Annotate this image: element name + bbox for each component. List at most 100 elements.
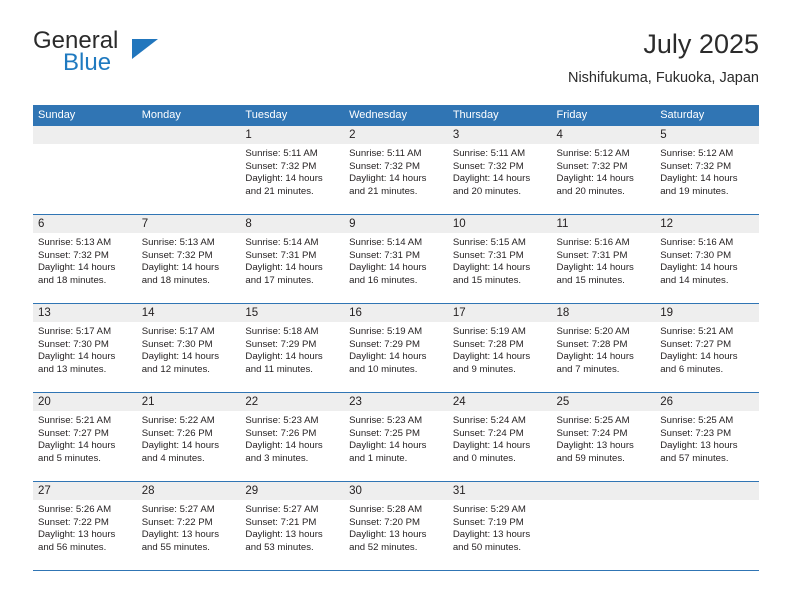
day-number: 10 (447, 215, 552, 233)
calendar-day-cell[interactable]: 27 Sunrise: 5:26 AM Sunset: 7:22 PM Dayligh… (33, 482, 137, 570)
day-number: 20 (33, 393, 137, 411)
daylight-text-line1: Daylight: 14 hours (660, 262, 738, 273)
brand-logo[interactable]: General Blue (33, 28, 333, 88)
weekday-header-monday: Monday (137, 105, 241, 126)
day-sun-info: Sunrise: 5:20 AM Sunset: 7:28 PM Daylight:… (552, 322, 656, 376)
day-sun-info: Sunrise: 5:16 AM Sunset: 7:30 PM Daylight:… (655, 233, 759, 287)
calendar-day-cell[interactable]: 30 Sunrise: 5:28 AM Sunset: 7:20 PM Dayligh… (344, 482, 448, 570)
calendar-day-cell[interactable]: 29 Sunrise: 5:27 AM Sunset: 7:21 PM Dayligh… (240, 482, 345, 570)
calendar-day-cell[interactable]: 12 Sunrise: 5:16 AM Sunset: 7:30 PM Dayligh… (655, 215, 759, 303)
daylight-text-line1: Daylight: 13 hours (452, 529, 531, 540)
sunrise-text: Sunrise: 5:16 AM (660, 237, 734, 248)
calendar-day-cell[interactable]: 2 Sunrise: 5:11 AM Sunset: 7:32 PM Daylight… (344, 126, 448, 214)
sunset-text: Sunset: 7:32 PM (245, 160, 317, 172)
calendar-day-cell[interactable]: 21 Sunrise: 5:22 AM Sunset: 7:26 PM Dayligh… (136, 393, 241, 481)
daylight-text-line2: and 14 minutes. (660, 274, 729, 286)
day-sun-info: Sunrise: 5:25 AM Sunset: 7:23 PM Daylight:… (655, 411, 759, 465)
day-number: 24 (447, 393, 552, 411)
daylight-text-line2: and 20 minutes. (556, 185, 625, 197)
daylight-text-line1: Daylight: 13 hours (245, 529, 323, 540)
sunrise-text: Sunrise: 5:11 AM (245, 148, 318, 159)
day-number: 4 (551, 126, 656, 144)
sunrise-text: Sunrise: 5:25 AM (556, 415, 630, 426)
page-title: July 2025 (643, 29, 759, 59)
calendar-day-cell[interactable]: 20 Sunrise: 5:21 AM Sunset: 7:27 PM Dayligh… (33, 393, 137, 481)
day-sun-info: Sunrise: 5:12 AM Sunset: 7:32 PM Daylight:… (655, 144, 759, 198)
calendar-day-cell[interactable]: 4 Sunrise: 5:12 AM Sunset: 7:32 PM Daylight… (551, 126, 656, 214)
day-sun-info: Sunrise: 5:22 AM Sunset: 7:26 PM Daylight:… (137, 411, 241, 465)
calendar-day-cell[interactable]: 17 Sunrise: 5:19 AM Sunset: 7:28 PM Dayligh… (447, 304, 552, 392)
sunrise-text: Sunrise: 5:22 AM (141, 415, 215, 426)
calendar-day-cell[interactable]: 15 Sunrise: 5:18 AM Sunset: 7:29 PM Dayligh… (240, 304, 345, 392)
daylight-text-line2: and 15 minutes. (452, 274, 522, 286)
calendar-day-cell[interactable]: 24 Sunrise: 5:24 AM Sunset: 7:24 PM Dayligh… (447, 393, 552, 481)
sunrise-text: Sunrise: 5:17 AM (38, 326, 112, 337)
calendar-week-row: 13 Sunrise: 5:17 AM Sunset: 7:30 PM Dayligh… (33, 304, 759, 393)
daylight-text-line2: and 55 minutes. (141, 541, 210, 553)
daylight-text-line2: and 6 minutes. (660, 363, 724, 375)
sunset-text: Sunset: 7:20 PM (349, 516, 421, 528)
daylight-text-line1: Daylight: 14 hours (349, 262, 427, 273)
daylight-text-line2: and 50 minutes. (452, 541, 522, 553)
calendar-day-cell[interactable]: 31 Sunrise: 5:29 AM Sunset: 7:19 PM Dayligh… (447, 482, 552, 570)
calendar-day-cell[interactable]: 28 Sunrise: 5:27 AM Sunset: 7:22 PM Dayligh… (136, 482, 241, 570)
calendar-day-cell[interactable]: 5 Sunrise: 5:12 AM Sunset: 7:32 PM Daylight… (655, 126, 759, 214)
calendar-day-cell[interactable]: 19 Sunrise: 5:21 AM Sunset: 7:27 PM Dayligh… (655, 304, 759, 392)
calendar-day-cell[interactable]: 23 Sunrise: 5:23 AM Sunset: 7:25 PM Dayligh… (344, 393, 448, 481)
daylight-text-line1: Daylight: 14 hours (452, 262, 531, 273)
sunrise-text: Sunrise: 5:15 AM (452, 237, 526, 248)
weekday-header-sunday: Sunday (33, 105, 137, 126)
calendar-day-cell[interactable]: 11 Sunrise: 5:16 AM Sunset: 7:31 PM Dayligh… (551, 215, 656, 303)
day-sun-info: Sunrise: 5:26 AM Sunset: 7:22 PM Daylight:… (33, 500, 137, 554)
day-sun-info: Sunrise: 5:29 AM Sunset: 7:19 PM Daylight:… (448, 500, 552, 554)
calendar-day-cell[interactable]: 18 Sunrise: 5:20 AM Sunset: 7:28 PM Dayligh… (551, 304, 656, 392)
weekday-header-friday: Friday (552, 105, 656, 126)
day-number: 9 (344, 215, 448, 233)
calendar-day-cell[interactable]: 14 Sunrise: 5:17 AM Sunset: 7:30 PM Dayligh… (136, 304, 241, 392)
daylight-text-line2: and 7 minutes. (556, 363, 620, 375)
daylight-text-line1: Daylight: 13 hours (660, 440, 738, 451)
calendar-day-cell[interactable]: 10 Sunrise: 5:15 AM Sunset: 7:31 PM Dayligh… (447, 215, 552, 303)
sunset-text: Sunset: 7:23 PM (660, 427, 732, 439)
calendar-day-cell[interactable]: 13 Sunrise: 5:17 AM Sunset: 7:30 PM Dayligh… (33, 304, 137, 392)
sunset-text: Sunset: 7:32 PM (141, 249, 213, 261)
day-number: 13 (33, 304, 137, 322)
day-sun-info: Sunrise: 5:21 AM Sunset: 7:27 PM Daylight:… (33, 411, 137, 465)
calendar-day-cell[interactable]: 16 Sunrise: 5:19 AM Sunset: 7:29 PM Dayligh… (344, 304, 448, 392)
day-number (551, 482, 656, 500)
daylight-text-line2: and 19 minutes. (660, 185, 729, 197)
day-number: 28 (136, 482, 241, 500)
sunrise-text: Sunrise: 5:12 AM (556, 148, 630, 159)
calendar-day-cell[interactable]: 7 Sunrise: 5:13 AM Sunset: 7:32 PM Daylight… (136, 215, 241, 303)
weekday-label: Monday (141, 109, 181, 121)
calendar-day-cell[interactable]: 6 Sunrise: 5:13 AM Sunset: 7:32 PM Daylight… (33, 215, 137, 303)
calendar-day-cell[interactable]: 22 Sunrise: 5:23 AM Sunset: 7:26 PM Dayligh… (240, 393, 345, 481)
weekday-label: Friday (556, 109, 588, 121)
calendar-day-cell[interactable]: 3 Sunrise: 5:11 AM Sunset: 7:32 PM Daylight… (447, 126, 552, 214)
sunrise-text: Sunrise: 5:13 AM (38, 237, 112, 248)
daylight-text-line2: and 17 minutes. (245, 274, 314, 286)
day-sun-info: Sunrise: 5:11 AM Sunset: 7:32 PM Daylight:… (240, 144, 344, 198)
daylight-text-line2: and 12 minutes. (141, 363, 210, 375)
day-sun-info: Sunrise: 5:11 AM Sunset: 7:32 PM Daylight:… (448, 144, 552, 198)
calendar-day-cell[interactable]: 26 Sunrise: 5:25 AM Sunset: 7:23 PM Dayligh… (655, 393, 759, 481)
day-number: 1 (240, 126, 345, 144)
day-sun-info: Sunrise: 5:13 AM Sunset: 7:32 PM Daylight:… (137, 233, 241, 287)
sunrise-text: Sunrise: 5:13 AM (141, 237, 215, 248)
calendar-day-cell[interactable]: 8 Sunrise: 5:14 AM Sunset: 7:31 PM Daylight… (240, 215, 345, 303)
calendar-day-cell[interactable]: 25 Sunrise: 5:25 AM Sunset: 7:24 PM Dayligh… (551, 393, 656, 481)
sunrise-text: Sunrise: 5:23 AM (245, 415, 319, 426)
daylight-text-line1: Daylight: 14 hours (349, 440, 427, 451)
daylight-text-line2: and 5 minutes. (38, 452, 101, 464)
sunset-text: Sunset: 7:28 PM (556, 338, 628, 350)
calendar-day-cell[interactable]: 9 Sunrise: 5:14 AM Sunset: 7:31 PM Daylight… (344, 215, 448, 303)
day-number: 3 (447, 126, 552, 144)
sunset-text: Sunset: 7:30 PM (141, 338, 213, 350)
calendar-day-cell[interactable]: 1 Sunrise: 5:11 AM Sunset: 7:32 PM Daylight… (240, 126, 345, 214)
daylight-text-line2: and 20 minutes. (452, 185, 522, 197)
daylight-text-line1: Daylight: 14 hours (452, 173, 531, 184)
sunrise-text: Sunrise: 5:12 AM (660, 148, 734, 159)
sunset-text: Sunset: 7:30 PM (38, 338, 109, 350)
day-sun-info: Sunrise: 5:12 AM Sunset: 7:32 PM Daylight:… (552, 144, 656, 198)
triangle-icon (132, 39, 158, 59)
